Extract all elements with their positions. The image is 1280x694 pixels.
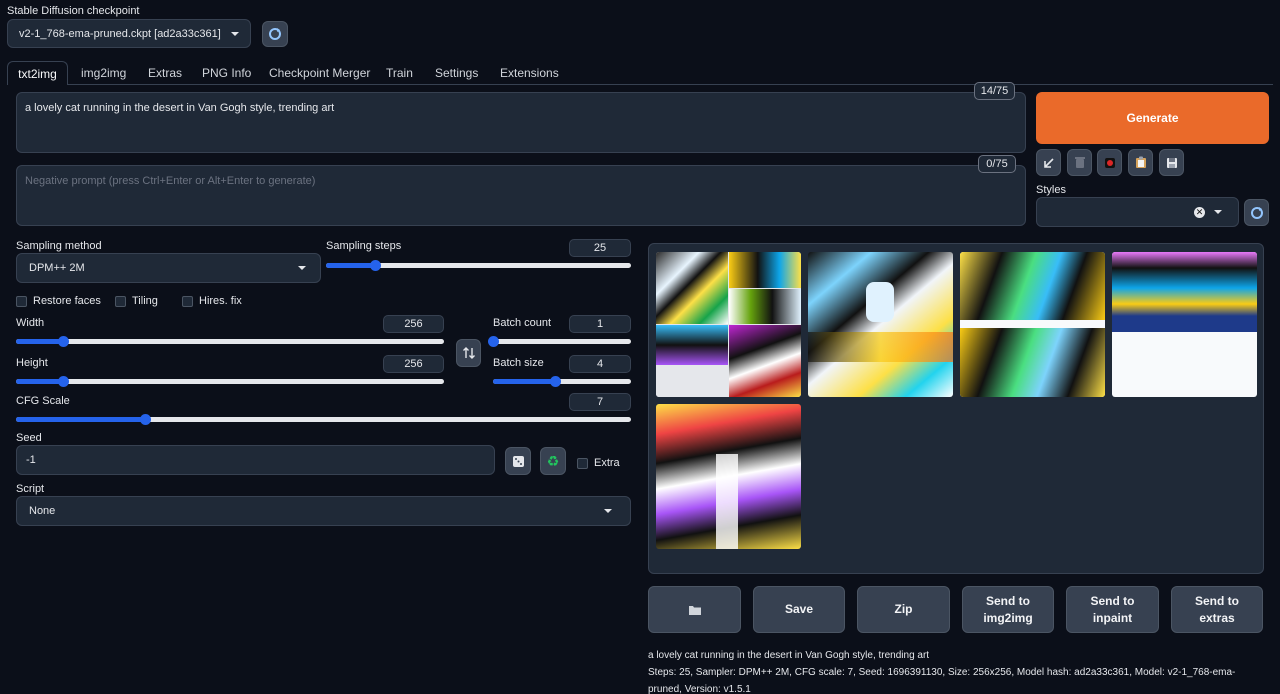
clear-icon[interactable]: ✕ xyxy=(1194,206,1205,218)
gallery-image-2[interactable] xyxy=(808,252,953,397)
gallery-image-4[interactable] xyxy=(1112,252,1257,397)
refresh-checkpoint-button[interactable] xyxy=(262,21,288,47)
chevron-down-icon xyxy=(1214,210,1222,214)
gallery-image-grid[interactable] xyxy=(656,252,801,397)
width-input[interactable]: 256 xyxy=(383,315,444,333)
cfg-scale-input[interactable]: 7 xyxy=(569,393,631,411)
arrow-down-left-icon xyxy=(1043,157,1054,168)
tab-png-info[interactable]: PNG Info xyxy=(202,66,251,80)
seed-input[interactable]: -1 xyxy=(16,445,495,475)
negative-token-counter: 0/75 xyxy=(978,155,1016,173)
tab-extensions[interactable]: Extensions xyxy=(500,66,559,80)
sampling-method-label: Sampling method xyxy=(16,240,102,252)
save-style-button[interactable] xyxy=(1159,149,1184,176)
gallery-image-5[interactable] xyxy=(656,404,801,549)
negative-prompt-input[interactable]: Negative prompt (press Ctrl+Enter or Alt… xyxy=(16,165,1026,226)
extra-seed-checkbox[interactable]: Extra xyxy=(577,457,620,469)
generation-info: a lovely cat running in the desert in Va… xyxy=(648,647,1263,694)
sampling-method-value: DPM++ 2M xyxy=(29,262,85,274)
generate-button[interactable]: Generate xyxy=(1036,92,1269,144)
trash-icon xyxy=(1074,157,1085,168)
extra-label: Extra xyxy=(594,457,620,469)
apply-style-button[interactable] xyxy=(1128,149,1153,176)
prompt-input[interactable]: a lovely cat running in the desert in Va… xyxy=(16,92,1026,153)
styles-dropdown[interactable]: ✕ xyxy=(1036,197,1239,227)
send-to-img2img-button[interactable]: Send to img2img xyxy=(962,586,1054,633)
prompt-text: a lovely cat running in the desert in Va… xyxy=(25,102,335,114)
checkpoint-value: v2-1_768-ema-pruned.ckpt [ad2a33c361] xyxy=(19,27,221,40)
tab-train[interactable]: Train xyxy=(386,66,413,80)
tab-txt2img[interactable]: txt2img xyxy=(7,61,68,85)
generation-info-prompt: a lovely cat running in the desert in Va… xyxy=(648,650,930,661)
sampling-steps-slider[interactable] xyxy=(326,257,631,273)
refresh-styles-button[interactable] xyxy=(1244,199,1269,226)
sampling-steps-label: Sampling steps xyxy=(326,240,402,252)
sampling-method-dropdown[interactable]: DPM++ 2M xyxy=(16,253,321,283)
refresh-icon xyxy=(269,28,281,40)
floppy-disk-icon xyxy=(1166,157,1177,168)
send-to-inpaint-button[interactable]: Send to inpaint xyxy=(1066,586,1159,633)
recycle-icon: ♻ xyxy=(546,452,560,469)
folder-icon xyxy=(688,605,701,615)
tab-img2img[interactable]: img2img xyxy=(81,66,126,80)
chevron-down-icon xyxy=(231,31,239,36)
tab-extras[interactable]: Extras xyxy=(148,66,182,80)
open-folder-button[interactable] xyxy=(648,586,741,633)
swap-dimensions-button[interactable] xyxy=(456,339,481,367)
tiling-label: Tiling xyxy=(132,295,158,307)
batch-size-slider[interactable] xyxy=(493,373,631,389)
dice-icon xyxy=(512,455,524,467)
refresh-icon xyxy=(1250,206,1263,219)
batch-count-label: Batch count xyxy=(493,317,552,329)
script-value: None xyxy=(29,505,56,517)
script-dropdown[interactable]: None xyxy=(16,496,631,526)
clear-prompt-button[interactable] xyxy=(1067,149,1092,176)
cfg-scale-label: CFG Scale xyxy=(16,395,70,407)
width-label: Width xyxy=(16,317,45,329)
prompt-token-counter: 14/75 xyxy=(974,82,1015,100)
chevron-down-icon xyxy=(604,509,612,513)
zip-button[interactable]: Zip xyxy=(857,586,950,633)
reuse-seed-button[interactable]: ♻ xyxy=(540,447,566,475)
script-label: Script xyxy=(16,483,45,495)
height-slider[interactable] xyxy=(16,373,444,389)
cfg-scale-slider[interactable] xyxy=(16,411,631,427)
tiling-checkbox[interactable]: Tiling xyxy=(115,295,158,307)
restore-faces-checkbox[interactable]: Restore faces xyxy=(16,295,101,307)
tabs-divider xyxy=(7,84,1273,85)
generation-info-params: Steps: 25, Sampler: DPM++ 2M, CFG scale:… xyxy=(648,667,1236,694)
card-icon xyxy=(1104,157,1115,168)
checkpoint-label: Stable Diffusion checkpoint xyxy=(7,5,140,17)
batch-count-input[interactable]: 1 xyxy=(569,315,631,333)
width-slider[interactable] xyxy=(16,333,444,349)
tab-checkpoint-merger[interactable]: Checkpoint Merger xyxy=(269,66,370,80)
random-seed-button[interactable] xyxy=(505,447,531,475)
swap-icon xyxy=(462,347,475,359)
save-button[interactable]: Save xyxy=(753,586,845,633)
hires-fix-checkbox[interactable]: Hires. fix xyxy=(182,295,242,307)
sampling-steps-input[interactable]: 25 xyxy=(569,239,631,257)
tab-settings[interactable]: Settings xyxy=(435,66,478,80)
chevron-down-icon xyxy=(298,266,306,270)
restore-faces-label: Restore faces xyxy=(33,295,101,307)
extra-networks-button[interactable] xyxy=(1097,149,1122,176)
hires-fix-label: Hires. fix xyxy=(199,295,242,307)
batch-count-slider[interactable] xyxy=(488,333,631,349)
clipboard-icon xyxy=(1135,156,1146,168)
styles-label: Styles xyxy=(1036,184,1066,196)
height-label: Height xyxy=(16,357,48,369)
send-to-extras-button[interactable]: Send to extras xyxy=(1171,586,1263,633)
image-gallery xyxy=(648,243,1264,574)
checkpoint-dropdown[interactable]: v2-1_768-ema-pruned.ckpt [ad2a33c361] xyxy=(7,19,251,48)
read-params-button[interactable] xyxy=(1036,149,1061,176)
batch-size-label: Batch size xyxy=(493,357,544,369)
seed-label: Seed xyxy=(16,432,42,444)
batch-size-input[interactable]: 4 xyxy=(569,355,631,373)
height-input[interactable]: 256 xyxy=(383,355,444,373)
seed-value: -1 xyxy=(26,454,36,466)
negative-prompt-placeholder: Negative prompt (press Ctrl+Enter or Alt… xyxy=(25,175,316,187)
gallery-image-3[interactable] xyxy=(960,252,1105,397)
